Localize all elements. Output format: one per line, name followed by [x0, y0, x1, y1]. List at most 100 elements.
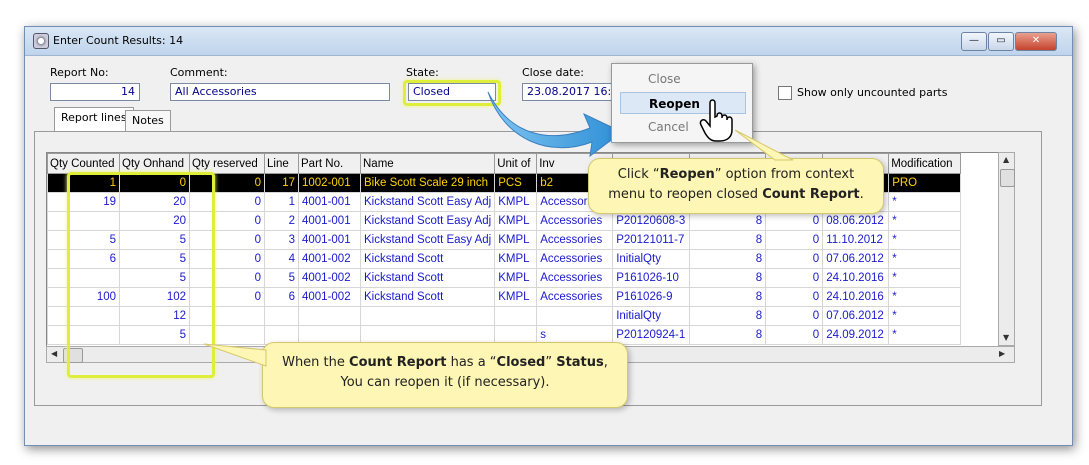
comment-field[interactable]: All Accessories — [170, 83, 390, 101]
table-cell[interactable]: 8 — [689, 306, 767, 326]
table-cell[interactable]: KMPL — [494, 268, 538, 288]
table-cell[interactable]: 6 — [264, 287, 299, 307]
table-cell[interactable]: KMPL — [494, 230, 538, 250]
menu-item-close[interactable]: Close — [620, 68, 746, 90]
col-part-no[interactable]: Part No. — [298, 153, 361, 174]
table-cell[interactable]: 0 — [765, 325, 824, 345]
table-cell[interactable]: KMPL — [494, 211, 538, 231]
table-cell[interactable]: 1 — [264, 192, 299, 212]
table-cell[interactable]: KMPL — [494, 249, 538, 269]
table-cell[interactable]: P161026-9 — [612, 287, 691, 307]
scroll-down-arrow-icon[interactable]: ▼ — [1003, 333, 1009, 342]
grid-vertical-scrollbar[interactable]: ▲ ▼ — [998, 152, 1015, 346]
table-cell[interactable]: 8 — [689, 230, 767, 250]
table-cell[interactable]: 0 — [765, 268, 824, 288]
table-cell[interactable] — [494, 306, 538, 326]
table-cell[interactable]: 4001-002 — [298, 287, 361, 307]
table-cell[interactable]: Kickstand Scott — [359, 287, 496, 307]
col-modification[interactable]: Modification — [888, 153, 962, 174]
table-cell[interactable]: 0 — [765, 230, 824, 250]
table-cell[interactable] — [298, 306, 361, 326]
table-cell[interactable]: 4 — [264, 249, 299, 269]
tab-notes[interactable]: Notes — [125, 110, 171, 131]
table-cell[interactable]: KMPL — [494, 287, 538, 307]
table-cell[interactable]: Kickstand Scott Easy Adj — [359, 192, 496, 212]
table-cell[interactable]: Kickstand Scott — [359, 249, 496, 269]
table-cell[interactable]: 17 — [264, 173, 299, 193]
table-cell[interactable]: 0 — [765, 306, 824, 326]
table-cell[interactable]: 4001-002 — [298, 268, 361, 288]
maximize-button[interactable]: ▭ — [988, 32, 1014, 51]
scroll-up-arrow-icon[interactable]: ▲ — [1003, 155, 1009, 164]
table-cell[interactable]: 8 — [689, 325, 767, 345]
table-cell[interactable]: 2 — [264, 211, 299, 231]
minimize-button[interactable]: — — [961, 32, 987, 51]
table-cell[interactable]: 07.06.2012 — [822, 306, 890, 326]
table-cell[interactable]: 8 — [689, 268, 767, 288]
table-cell[interactable]: 4001-001 — [298, 230, 361, 250]
table-cell[interactable]: PCS — [494, 173, 538, 193]
table-cell[interactable]: 24.09.2012 — [822, 325, 890, 345]
table-cell[interactable]: KMPL — [494, 192, 538, 212]
scroll-right-arrow-icon[interactable]: ▶ — [999, 349, 1005, 358]
col-qty-counted[interactable]: Qty Counted — [47, 153, 120, 174]
table-cell[interactable]: P161026-10 — [612, 268, 691, 288]
table-cell[interactable]: InitialQty — [612, 306, 691, 326]
report-no-field[interactable]: 14 — [50, 83, 140, 101]
table-cell[interactable]: PRO — [888, 173, 962, 193]
table-cell[interactable]: Accessories — [536, 211, 614, 231]
closed-callout-line2: You can reopen it (if necessary). — [340, 375, 550, 390]
table-cell[interactable]: 1002-001 — [298, 173, 361, 193]
table-cell[interactable]: 11.10.2012 — [822, 230, 890, 250]
show-uncounted-checkbox[interactable] — [778, 86, 792, 100]
table-cell[interactable] — [359, 306, 496, 326]
close-window-button[interactable]: ✕ — [1015, 32, 1057, 51]
table-cell[interactable]: 4001-001 — [298, 192, 361, 212]
show-uncounted-label: Show only uncounted parts — [797, 86, 948, 99]
table-cell[interactable]: 8 — [689, 287, 767, 307]
col-line[interactable]: Line — [264, 153, 299, 174]
table-cell[interactable]: P20121011-7 — [612, 230, 691, 250]
col-qty-onhand[interactable]: Qty Onhand — [119, 153, 190, 174]
table-cell[interactable]: Accessories — [536, 268, 614, 288]
table-cell[interactable]: 8 — [689, 249, 767, 269]
reopen-callout-line2: menu to reopen closed Count Report. — [608, 187, 864, 202]
table-cell[interactable]: * — [888, 192, 962, 212]
vertical-scroll-thumb[interactable] — [1000, 169, 1015, 187]
table-cell[interactable]: 0 — [765, 211, 824, 231]
table-cell[interactable]: Accessories — [536, 249, 614, 269]
table-cell[interactable]: 24.10.2016 — [822, 287, 890, 307]
table-cell[interactable]: Bike Scott Scale 29 inch — [359, 173, 496, 193]
table-cell[interactable] — [264, 306, 299, 326]
table-cell[interactable]: 3 — [264, 230, 299, 250]
scroll-left-arrow-icon[interactable]: ◀ — [51, 349, 57, 358]
table-cell[interactable]: 07.06.2012 — [822, 249, 890, 269]
table-cell[interactable]: 24.10.2016 — [822, 268, 890, 288]
table-cell[interactable]: 5 — [264, 268, 299, 288]
table-cell[interactable]: InitialQty — [612, 249, 691, 269]
table-cell[interactable]: 08.06.2012 — [822, 211, 890, 231]
table-cell[interactable]: * — [888, 306, 962, 326]
table-cell[interactable]: * — [888, 211, 962, 231]
table-cell[interactable] — [536, 306, 614, 326]
table-cell[interactable]: 0 — [765, 287, 824, 307]
table-cell[interactable]: * — [888, 249, 962, 269]
col-name[interactable]: Name — [359, 153, 496, 174]
table-cell[interactable]: 8 — [689, 211, 767, 231]
table-cell[interactable]: Kickstand Scott Easy Adj — [359, 211, 496, 231]
table-cell[interactable]: 4001-002 — [298, 249, 361, 269]
table-cell[interactable]: 4001-001 — [298, 211, 361, 231]
table-cell[interactable]: * — [888, 287, 962, 307]
table-cell[interactable]: * — [888, 325, 962, 345]
table-cell[interactable]: Accessories — [536, 230, 614, 250]
tab-report-lines[interactable]: Report lines — [54, 107, 134, 131]
table-cell[interactable]: Kickstand Scott Easy Adj — [359, 230, 496, 250]
table-cell[interactable]: Kickstand Scott — [359, 268, 496, 288]
table-cell[interactable]: * — [888, 268, 962, 288]
table-cell[interactable]: P20120608-3 — [612, 211, 691, 231]
col-qty-reserved[interactable]: Qty reserved — [189, 153, 265, 174]
table-cell[interactable]: 0 — [765, 249, 824, 269]
table-cell[interactable]: Accessories — [536, 287, 614, 307]
table-cell[interactable]: P20120924-1 — [612, 325, 691, 345]
table-cell[interactable]: * — [888, 230, 962, 250]
